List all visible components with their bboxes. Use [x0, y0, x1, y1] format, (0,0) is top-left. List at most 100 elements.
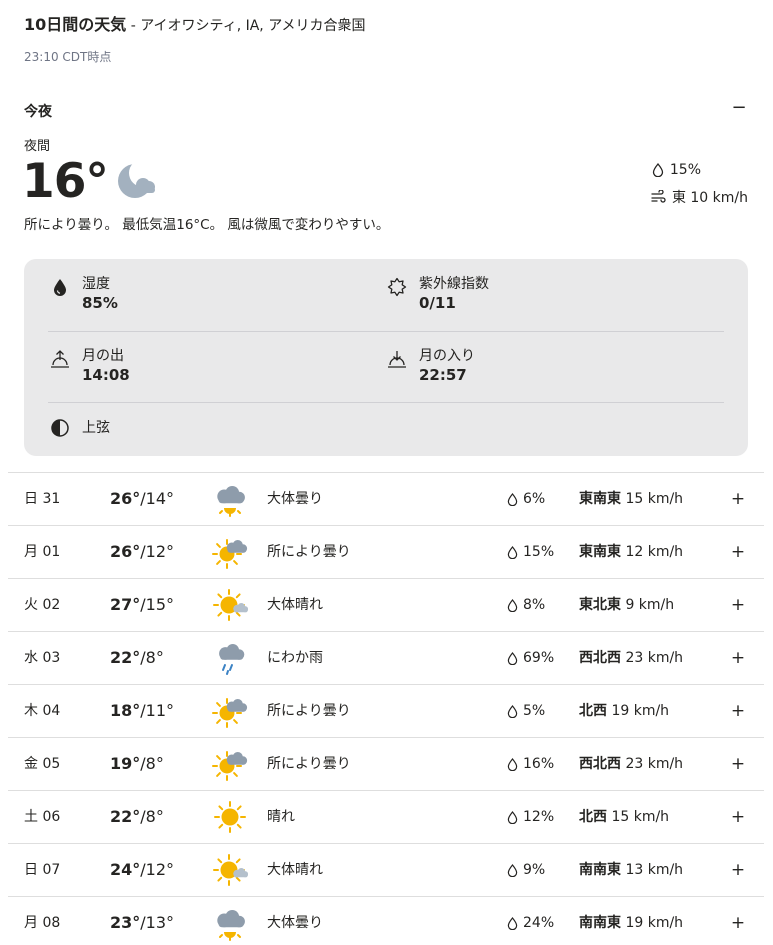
wind-info: 南南東 19 km/h — [579, 897, 683, 945]
precip-value: 8% — [523, 597, 546, 613]
wind-direction: 南南東 — [579, 862, 621, 878]
sunny-icon — [214, 801, 246, 833]
raindrop-icon — [507, 757, 518, 771]
wind-speed: 9 km/h — [621, 597, 675, 613]
temperature-range: 22°/8° — [110, 791, 164, 843]
expand-button[interactable]: + — [730, 473, 746, 525]
page-header: 10日間の天気 - アイオワシティ, IA, アメリカ合衆国 — [24, 14, 749, 37]
precip-value: 9% — [523, 862, 546, 878]
raindrop-icon — [507, 916, 518, 930]
forecast-row[interactable]: 月 08 23°/13° 大体曇り 24% 南南東 19 km/h + — [8, 896, 764, 945]
tonight-heading: 今夜 — [24, 104, 52, 120]
high-temp: 22° — [110, 648, 141, 667]
temperature-range: 27°/15° — [110, 579, 174, 631]
low-temp: 11° — [145, 701, 175, 720]
expand-button[interactable]: + — [730, 897, 746, 945]
day-label: 木 04 — [24, 703, 61, 719]
expand-button[interactable]: + — [730, 685, 746, 737]
forecast-row[interactable]: 日 07 24°/12° 大体晴れ 9% 南南東 13 km/h + — [8, 843, 764, 896]
precip-chance: 16% — [507, 738, 554, 790]
low-temp: 8° — [145, 807, 164, 826]
condition-text: 大体曇り — [267, 491, 323, 507]
moon-phase-label: 上弦 — [82, 420, 110, 436]
wind-info: 東北東 9 km/h — [579, 579, 674, 631]
precip-chance: 24% — [507, 897, 554, 945]
wind-info: 南南東 13 km/h — [579, 844, 683, 896]
showers-icon — [219, 644, 245, 675]
mostly-cloudy-icon — [217, 486, 245, 517]
wind-direction: 西北西 — [579, 650, 621, 666]
location-name: アイオワシティ, IA, アメリカ合衆国 — [140, 18, 366, 34]
uv-value: 0/11 — [419, 294, 456, 312]
wind-speed: 23 km/h — [621, 756, 684, 772]
humidity-drop-icon — [54, 279, 66, 296]
high-temp: 26° — [110, 489, 141, 508]
precip-value: 69% — [523, 650, 555, 666]
wind-info: 東南東 15 km/h — [579, 473, 683, 525]
precip-chance: 5% — [507, 685, 545, 737]
day-label: 日 31 — [24, 491, 61, 507]
wind-speed: 19 km/h — [621, 915, 684, 931]
mostly-cloudy-icon — [217, 910, 245, 941]
forecast-row[interactable]: 木 04 18°/11° 所により曇り 5% 北西 19 km/h + — [8, 684, 764, 737]
low-temp: 12° — [145, 542, 175, 561]
moon-phase-detail: 上弦 — [50, 418, 110, 438]
forecast-row[interactable]: 金 05 19°/8° 所により曇り 16% 西北西 23 km/h + — [8, 737, 764, 790]
temperature-range: 19°/8° — [110, 738, 164, 790]
humidity-label: 湿度 — [82, 276, 110, 292]
tonight-narrative: 所により曇り。 最低気温16°C。 風は微風で変わりやすい。 — [24, 217, 390, 233]
precip-value: 12% — [523, 809, 555, 825]
wind-info: 北西 19 km/h — [579, 685, 669, 737]
details-divider — [48, 331, 724, 332]
uv-index-icon — [387, 277, 407, 297]
temperature-range: 23°/13° — [110, 897, 174, 945]
low-temp: 12° — [145, 860, 175, 879]
moonrise-label: 月の出 — [82, 348, 124, 364]
forecast-row[interactable]: 土 06 22°/8° 晴れ 12% 北西 15 km/h + — [8, 790, 764, 843]
forecast-row[interactable]: 水 03 22°/8° にわか雨 69% 西北西 23 km/h + — [8, 631, 764, 684]
moonrise-icon — [51, 350, 69, 368]
forecast-row[interactable]: 火 02 27°/15° 大体晴れ 8% 東北東 9 km/h + — [8, 578, 764, 631]
condition-text: 大体晴れ — [267, 597, 323, 613]
precip-value: 16% — [523, 756, 555, 772]
precip-chance: 6% — [507, 473, 545, 525]
forecast-row[interactable]: 月 01 26°/12° 所により曇り 15% 東南東 12 km/h + — [8, 525, 764, 578]
partly-cloudy-night-icon — [118, 160, 157, 198]
uv-detail: 紫外線指数 0/11 — [387, 275, 489, 313]
expand-button[interactable]: + — [730, 579, 746, 631]
raindrop-icon — [507, 863, 518, 877]
day-label: 土 06 — [24, 809, 61, 825]
expand-button[interactable]: + — [730, 791, 746, 843]
wind-icon — [651, 190, 666, 203]
expand-button[interactable]: + — [730, 526, 746, 578]
wind-direction: 東南東 — [579, 544, 621, 560]
raindrop-icon — [507, 810, 518, 824]
wind-direction: 北西 — [579, 809, 607, 825]
high-temp: 22° — [110, 807, 141, 826]
wind-direction: 東南東 — [579, 491, 621, 507]
raindrop-icon — [507, 598, 518, 612]
expand-button[interactable]: + — [730, 738, 746, 790]
wind-info: 西北西 23 km/h — [579, 632, 683, 684]
high-temp: 23° — [110, 913, 141, 932]
forecast-row[interactable]: 日 31 26°/14° 大体曇り 6% 東南東 15 km/h + — [8, 472, 764, 525]
collapse-button[interactable]: − — [729, 96, 749, 120]
wind-direction: 東北東 — [579, 597, 621, 613]
temperature-range: 22°/8° — [110, 632, 164, 684]
wind-direction: 北西 — [579, 703, 607, 719]
moonrise-value: 14:08 — [82, 366, 130, 384]
condition-text: 大体晴れ — [267, 862, 323, 878]
expand-button[interactable]: + — [730, 844, 746, 896]
partly-cloudy-icon — [212, 698, 248, 728]
expand-button[interactable]: + — [730, 632, 746, 684]
high-temp: 27° — [110, 595, 141, 614]
partly-cloudy-icon — [212, 539, 248, 569]
high-temp: 26° — [110, 542, 141, 561]
wind-speed: 15 km/h — [607, 809, 670, 825]
raindrop-icon — [507, 492, 518, 506]
high-temp: 18° — [110, 701, 141, 720]
as-of-timestamp: 23:10 CDT時点 — [24, 50, 112, 64]
precip-value: 6% — [523, 491, 546, 507]
tonight-wind-value: 東 10 km/h — [671, 190, 748, 206]
high-temp: 19° — [110, 754, 141, 773]
